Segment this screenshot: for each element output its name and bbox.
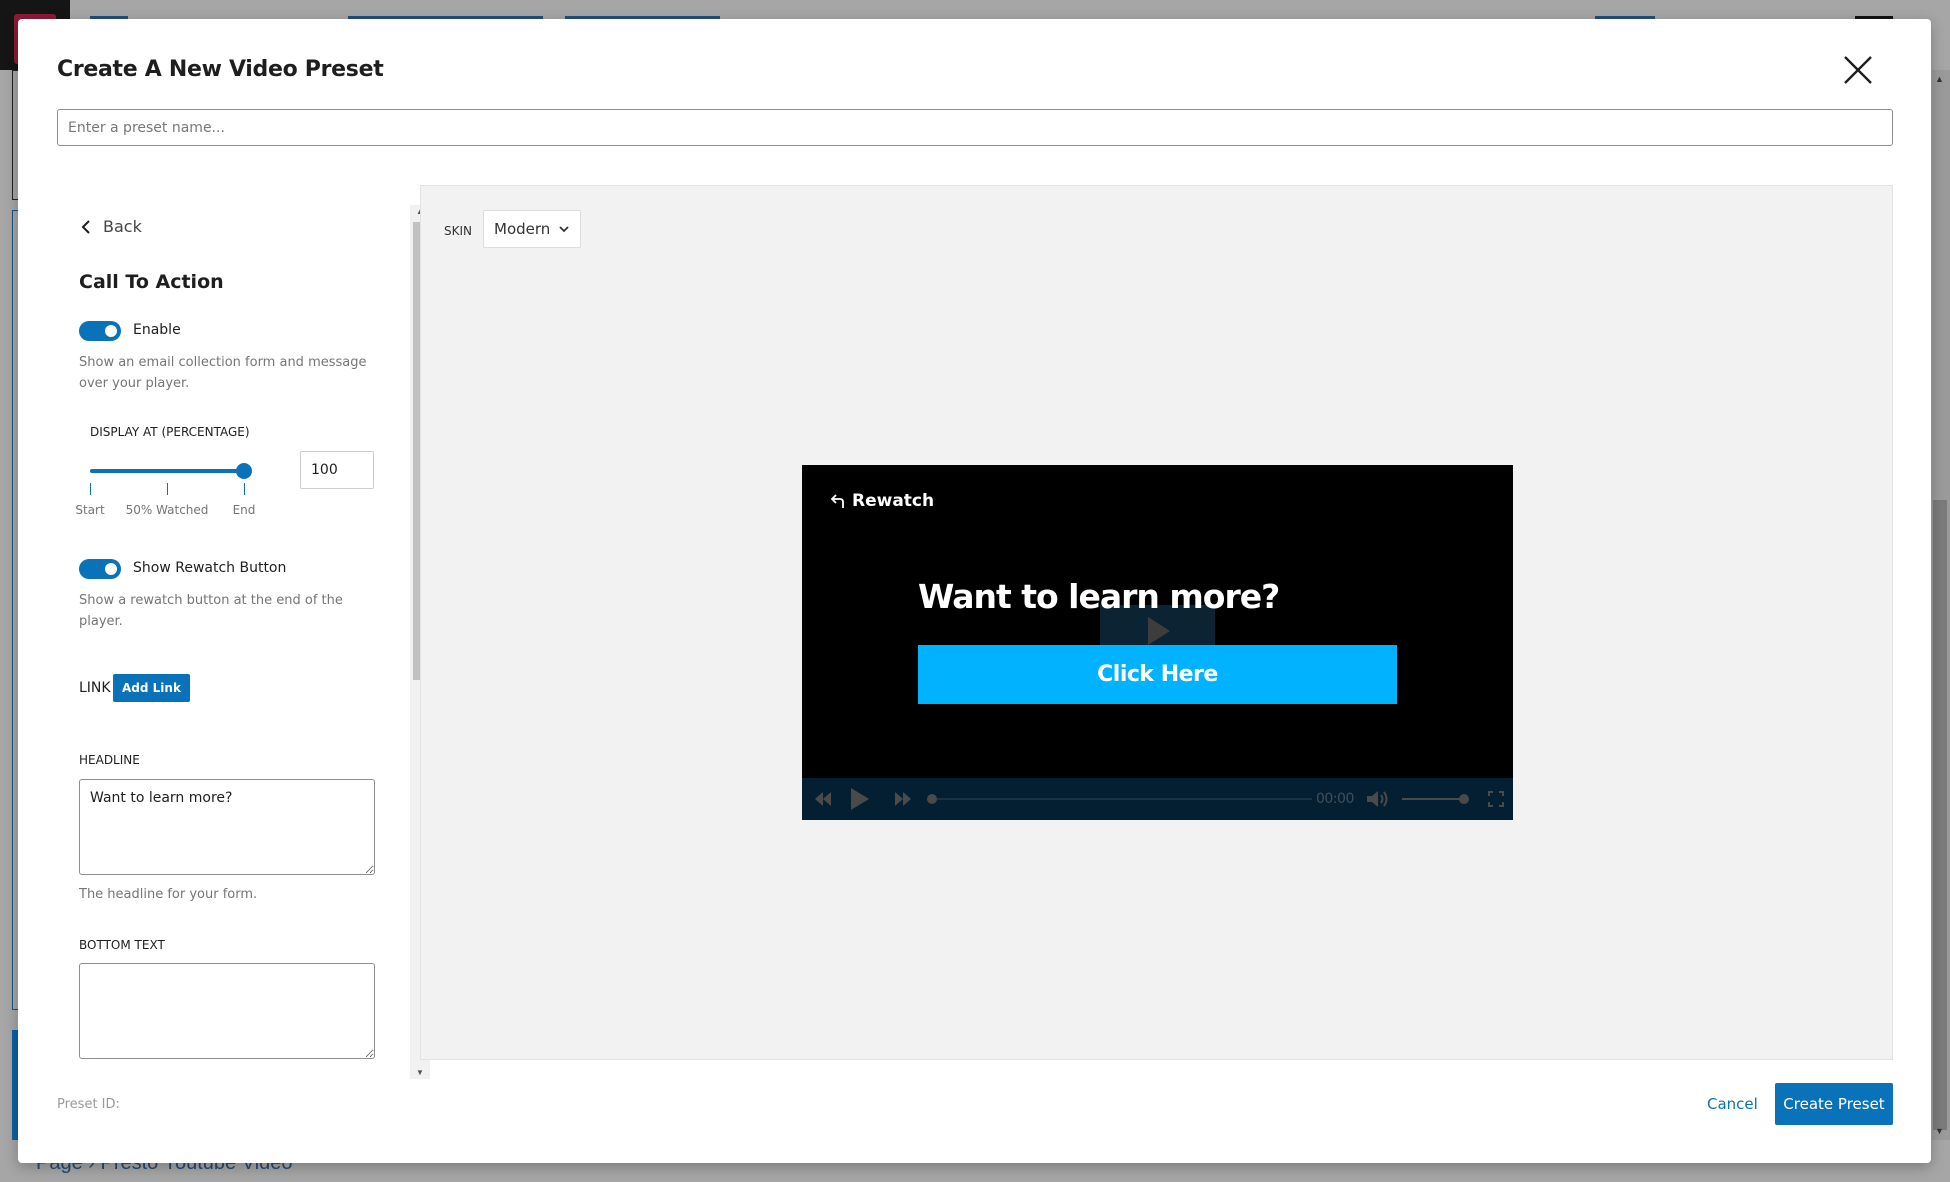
back-link[interactable]: Back (79, 217, 142, 236)
create-preset-modal: Create A New Video Preset Back Call To A… (18, 19, 1931, 1163)
chevron-down-icon (559, 226, 569, 233)
enable-toggle[interactable] (79, 321, 121, 341)
create-preset-button[interactable]: Create Preset (1775, 1083, 1893, 1125)
bottom-text-label: BOTTOM TEXT (79, 938, 165, 952)
time-display: 00:00 (1316, 791, 1354, 807)
back-label: Back (103, 217, 142, 236)
page-scroll-down-icon[interactable]: ▼ (1935, 1126, 1944, 1136)
rewatch-button[interactable]: Rewatch (830, 491, 934, 511)
close-icon (1844, 56, 1872, 84)
preset-id-label: Preset ID: (57, 1097, 120, 1112)
headline-help: The headline for your form. (79, 887, 258, 902)
volume-slider[interactable] (1402, 794, 1469, 804)
bottom-text-textarea[interactable] (79, 963, 375, 1059)
progress-handle[interactable] (927, 794, 937, 804)
cancel-button[interactable]: Cancel (1707, 1095, 1758, 1113)
slider-tick-label: End (232, 503, 256, 517)
headline-textarea[interactable]: Want to learn more? (79, 779, 375, 875)
settings-panel: Back Call To Action Enable Show an email… (57, 187, 392, 1067)
fast-forward-icon (895, 792, 911, 806)
slider-tick (167, 483, 168, 495)
page-scroll-up-icon[interactable]: ▲ (1935, 74, 1944, 84)
headline-label: HEADLINE (79, 753, 140, 767)
enable-label: Enable (133, 322, 181, 338)
link-label: LINK (79, 680, 111, 696)
play-icon (851, 788, 869, 810)
volume-icon (1367, 791, 1388, 807)
video-player[interactable]: Rewatch Want to learn more? Click Here 0… (802, 465, 1513, 820)
progress-bar[interactable] (927, 794, 1312, 804)
background-admin-bar (0, 0, 1950, 19)
volume-handle[interactable] (1459, 794, 1469, 804)
display-at-label: DISPLAY AT (PERCENTAGE) (90, 425, 250, 439)
cta-headline: Want to learn more? (918, 577, 1280, 616)
page-scrollbar-thumb[interactable] (1933, 500, 1947, 1130)
chevron-left-icon (81, 219, 90, 234)
player-controls: 00:00 (802, 778, 1513, 820)
rewatch-icon (830, 494, 844, 508)
skin-label: SKIN (444, 224, 473, 238)
skin-select-value: Modern (494, 220, 551, 238)
rewatch-label: Rewatch (852, 491, 935, 511)
mute-button[interactable] (1365, 778, 1391, 820)
display-at-input[interactable] (300, 451, 374, 489)
show-rewatch-help: Show a rewatch button at the end of the … (79, 593, 343, 629)
slider-tick-label: Start (75, 503, 105, 517)
rewind-button[interactable] (810, 778, 836, 820)
show-rewatch-label: Show Rewatch Button (133, 560, 287, 576)
slider-thumb[interactable] (236, 463, 252, 479)
display-at-slider[interactable] (90, 461, 282, 481)
fullscreen-icon (1488, 791, 1504, 807)
preset-name-input[interactable] (57, 109, 1893, 146)
skin-select[interactable]: Modern (483, 210, 581, 248)
close-button[interactable] (1841, 53, 1875, 87)
rewind-icon (815, 792, 831, 806)
play-button[interactable] (848, 778, 872, 820)
slider-tick (244, 483, 245, 495)
fast-forward-button[interactable] (890, 778, 916, 820)
cta-button[interactable]: Click Here (918, 645, 1397, 704)
slider-tick (90, 483, 91, 495)
slider-tick-label: 50% Watched (125, 503, 209, 517)
section-title: Call To Action (79, 271, 224, 293)
scroll-down-icon[interactable]: ▼ (410, 1068, 430, 1077)
preview-panel: SKIN Modern Rewatch Want to learn more? … (420, 185, 1893, 1060)
fullscreen-button[interactable] (1486, 778, 1506, 820)
enable-help: Show an email collection form and messag… (79, 355, 367, 391)
add-link-button[interactable]: Add Link (113, 674, 190, 702)
slider-track (90, 469, 244, 473)
show-rewatch-toggle[interactable] (79, 559, 121, 579)
modal-title: Create A New Video Preset (57, 57, 384, 82)
